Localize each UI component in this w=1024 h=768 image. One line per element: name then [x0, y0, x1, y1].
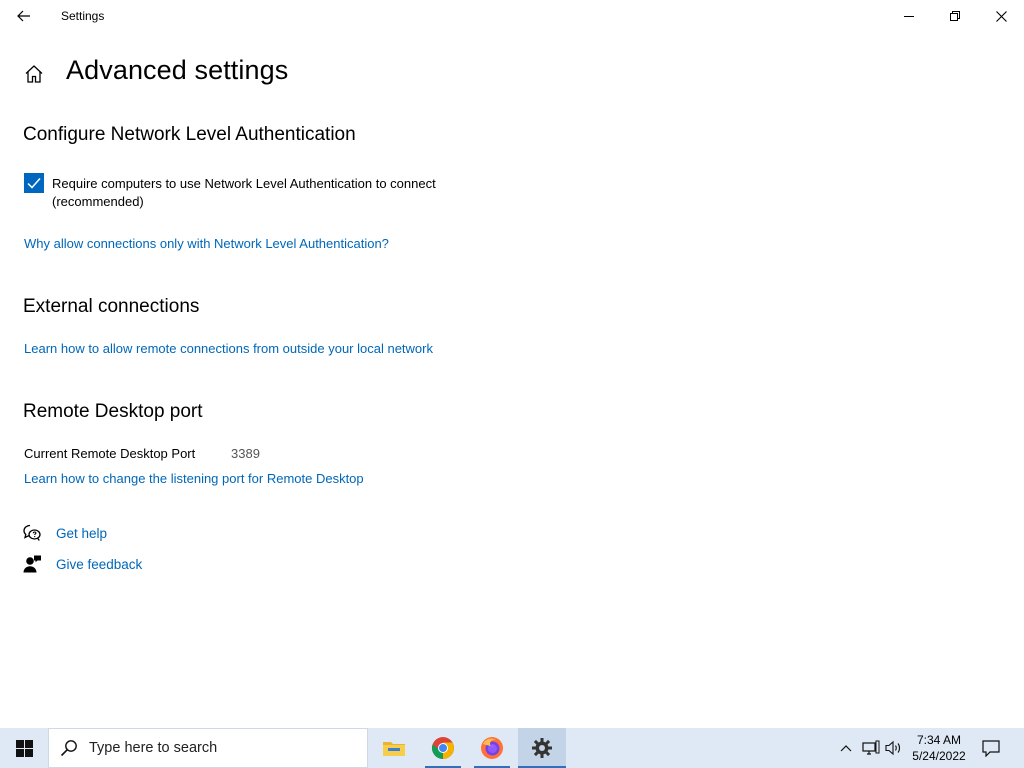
- taskbar-app-firefox[interactable]: [468, 728, 516, 768]
- nla-checkbox[interactable]: [24, 173, 44, 193]
- restore-icon: [950, 11, 960, 21]
- folder-icon: [383, 742, 405, 756]
- external-connections-link[interactable]: Learn how to allow remote connections fr…: [24, 341, 433, 356]
- minimize-icon: [904, 16, 914, 17]
- give-feedback-row[interactable]: Give feedback: [22, 553, 142, 575]
- give-feedback-icon: [22, 554, 42, 574]
- taskbar-app-settings[interactable]: [518, 728, 566, 768]
- chrome-icon: [431, 737, 454, 759]
- windows-logo-icon: [15, 739, 33, 757]
- taskbar-app-file-explorer[interactable]: [370, 728, 418, 768]
- close-button[interactable]: [978, 0, 1024, 32]
- port-label: Current Remote Desktop Port: [24, 446, 196, 461]
- clock[interactable]: 7:34 AM 5/24/2022: [906, 732, 972, 764]
- network-button[interactable]: [861, 738, 881, 758]
- clock-time: 7:34 AM: [916, 733, 962, 747]
- window-title: Settings: [61, 9, 105, 23]
- title-bar: Settings: [0, 0, 1024, 32]
- network-icon: [862, 740, 880, 755]
- home-button[interactable]: [22, 62, 46, 86]
- taskbar-search[interactable]: [48, 728, 368, 768]
- notification-icon: [982, 739, 1000, 757]
- close-icon: [995, 10, 1007, 22]
- page-title: Advanced settings: [66, 55, 289, 85]
- get-help-row[interactable]: Get help: [22, 522, 107, 544]
- port-change-link[interactable]: Learn how to change the listening port f…: [24, 471, 364, 486]
- nla-checkbox-label[interactable]: Require computers to use Network Level A…: [52, 175, 492, 211]
- volume-button[interactable]: [884, 738, 904, 758]
- search-icon: [49, 728, 89, 768]
- home-icon: [25, 65, 43, 83]
- checkmark-icon: [27, 178, 41, 189]
- port-heading: Remote Desktop port: [23, 401, 203, 422]
- action-center-button[interactable]: [978, 736, 1004, 760]
- chevron-up-icon: [840, 745, 852, 752]
- minimize-button[interactable]: [886, 0, 932, 32]
- external-heading: External connections: [23, 296, 200, 317]
- taskbar-app-chrome[interactable]: [419, 728, 467, 768]
- nla-info-link[interactable]: Why allow connections only with Network …: [24, 236, 389, 251]
- port-value: 3389: [231, 446, 260, 461]
- back-button[interactable]: [8, 4, 40, 28]
- restore-button[interactable]: [932, 0, 978, 32]
- show-hidden-icons-button[interactable]: [836, 738, 856, 758]
- gear-icon: [532, 738, 552, 758]
- get-help-link[interactable]: Get help: [56, 526, 107, 541]
- get-help-icon: [22, 523, 42, 543]
- taskbar: 7:34 AM 5/24/2022: [0, 728, 1024, 768]
- give-feedback-link[interactable]: Give feedback: [56, 557, 142, 572]
- back-arrow-icon: [17, 10, 30, 22]
- start-button[interactable]: [0, 728, 48, 768]
- search-input[interactable]: [89, 740, 349, 756]
- nla-heading: Configure Network Level Authentication: [23, 124, 356, 145]
- volume-icon: [885, 740, 901, 756]
- clock-date: 5/24/2022: [912, 749, 966, 763]
- settings-content: Advanced settings Configure Network Leve…: [0, 32, 1024, 728]
- firefox-icon: [481, 737, 503, 759]
